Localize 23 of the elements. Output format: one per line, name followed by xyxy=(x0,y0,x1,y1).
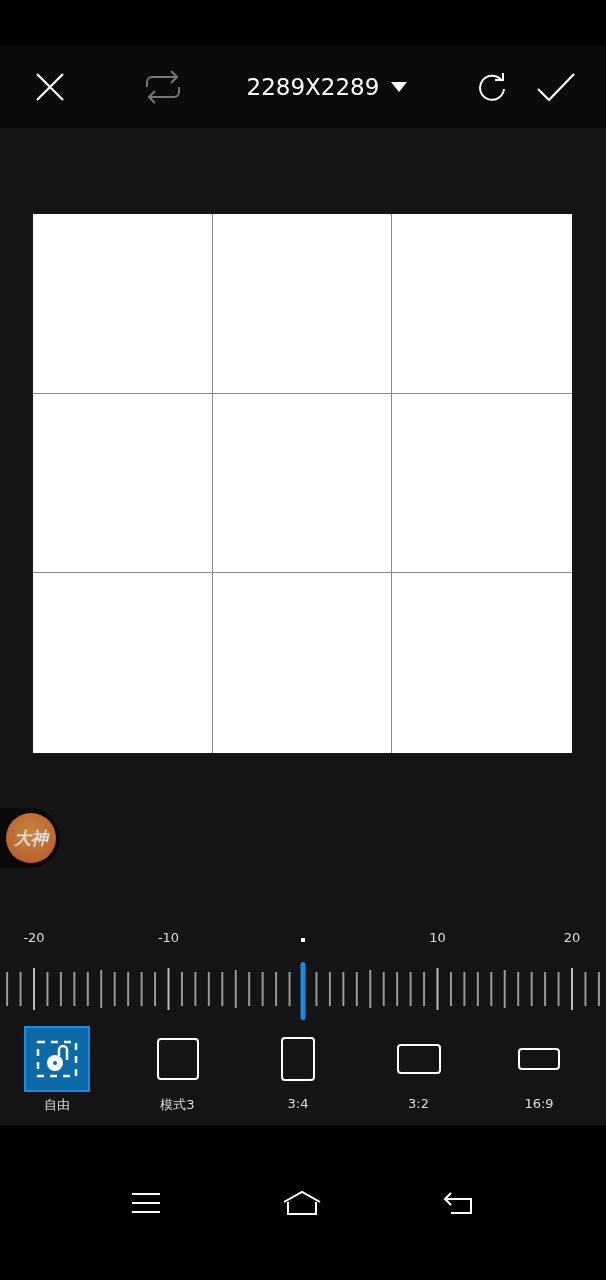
ratio-frame-icon xyxy=(395,1043,442,1075)
widget-logo: 大神 xyxy=(6,813,56,863)
menu-icon[interactable] xyxy=(130,1191,161,1214)
angle-indicator[interactable] xyxy=(300,962,306,1020)
ratio-frame-icon xyxy=(517,1047,561,1071)
home-icon[interactable] xyxy=(282,1189,322,1216)
aspect-option[interactable]: 3:2 xyxy=(385,1026,452,1114)
scale-label: 20 xyxy=(563,930,581,945)
ratio-frame-icon xyxy=(155,1037,200,1081)
close-icon xyxy=(34,71,66,103)
aspect-option[interactable]: 16:9 xyxy=(506,1026,572,1114)
swap-arrows-icon xyxy=(144,69,181,105)
scale-label: -20 xyxy=(23,930,45,945)
scale-label: 10 xyxy=(429,930,446,945)
flip-button[interactable] xyxy=(144,69,181,105)
scale-label: -10 xyxy=(157,930,180,945)
aspect-option[interactable]: 模式3 xyxy=(144,1026,211,1114)
aspect-option[interactable]: 3:4 xyxy=(265,1026,331,1114)
check-icon xyxy=(536,72,575,102)
rotate-icon xyxy=(476,72,507,102)
size-dropdown[interactable]: 2289X2289 xyxy=(246,74,408,100)
ratio-frame-icon xyxy=(280,1036,316,1082)
caret-icon xyxy=(391,82,408,92)
